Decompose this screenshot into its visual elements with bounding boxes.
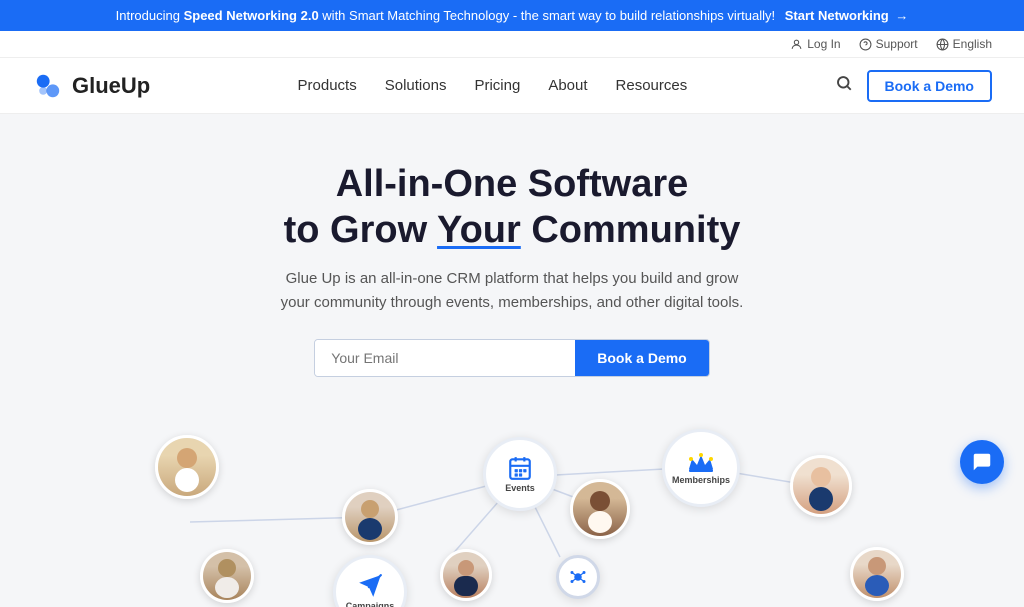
events-icon: [507, 455, 533, 481]
logo-text: GlueUp: [72, 73, 150, 99]
campaigns-icon: [357, 573, 383, 599]
person-avatar-3: [570, 479, 630, 539]
login-link[interactable]: Log In: [790, 37, 840, 51]
logo-icon: [32, 70, 64, 102]
person-avatar-6: [850, 547, 904, 601]
announcement-bar: Introducing Speed Networking 2.0 with Sm…: [0, 0, 1024, 31]
search-icon: [835, 74, 853, 92]
language-selector[interactable]: English: [936, 37, 992, 51]
announcement-bold: Speed Networking 2.0: [184, 8, 319, 23]
events-icon-circle: Events: [483, 437, 557, 511]
search-button[interactable]: [835, 74, 853, 97]
logo[interactable]: GlueUp: [32, 70, 150, 102]
navbar: GlueUp Products Solutions Pricing About …: [0, 58, 1024, 114]
nav-resources[interactable]: Resources: [616, 77, 688, 94]
hero-headline: All-in-One Software to Grow Your Communi…: [284, 162, 741, 253]
nav-right: Book a Demo: [835, 70, 992, 102]
network-visualization: Events Memberships Campaigns: [0, 407, 1024, 607]
nav-products[interactable]: Products: [298, 77, 357, 94]
nav-about[interactable]: About: [548, 77, 587, 94]
email-input[interactable]: [315, 340, 575, 376]
globe-icon: [936, 38, 949, 51]
utility-bar: Log In Support English: [0, 31, 1024, 58]
chat-bubble-button[interactable]: [960, 440, 1004, 484]
arrow-icon: →: [895, 8, 908, 23]
person-avatar-1: [155, 435, 219, 499]
hero-description: Glue Up is an all-in-one CRM platform th…: [272, 267, 752, 315]
person-avatar-4: [790, 455, 852, 517]
support-link[interactable]: Support: [859, 37, 918, 51]
person-avatar-5: [200, 549, 254, 603]
memberships-label: Memberships: [672, 475, 730, 485]
support-icon: [859, 38, 872, 51]
nav-pricing[interactable]: Pricing: [474, 77, 520, 94]
nav-links: Products Solutions Pricing About Resourc…: [298, 77, 688, 94]
campaigns-icon-circle: Campaigns: [333, 555, 407, 607]
nav-solutions[interactable]: Solutions: [385, 77, 447, 94]
person-avatar-2: [342, 489, 398, 545]
person-avatar-7: [440, 549, 492, 601]
memberships-icon-circle: Memberships: [662, 429, 740, 507]
hero-section: All-in-One Software to Grow Your Communi…: [0, 114, 1024, 607]
extra-icon-circle: [556, 555, 600, 599]
hero-book-demo-button[interactable]: Book a Demo: [575, 340, 708, 376]
start-networking-link[interactable]: Start Networking →: [785, 8, 909, 23]
announcement-text: Introducing Speed Networking 2.0 with Sm…: [116, 8, 909, 23]
extra-icon: [569, 568, 587, 586]
events-label: Events: [505, 483, 535, 493]
campaigns-label: Campaigns: [346, 601, 395, 607]
chat-icon: [971, 451, 993, 473]
person-icon: [790, 38, 803, 51]
book-demo-button[interactable]: Book a Demo: [867, 70, 992, 102]
email-form: Book a Demo: [314, 339, 709, 377]
memberships-icon: [687, 451, 715, 473]
